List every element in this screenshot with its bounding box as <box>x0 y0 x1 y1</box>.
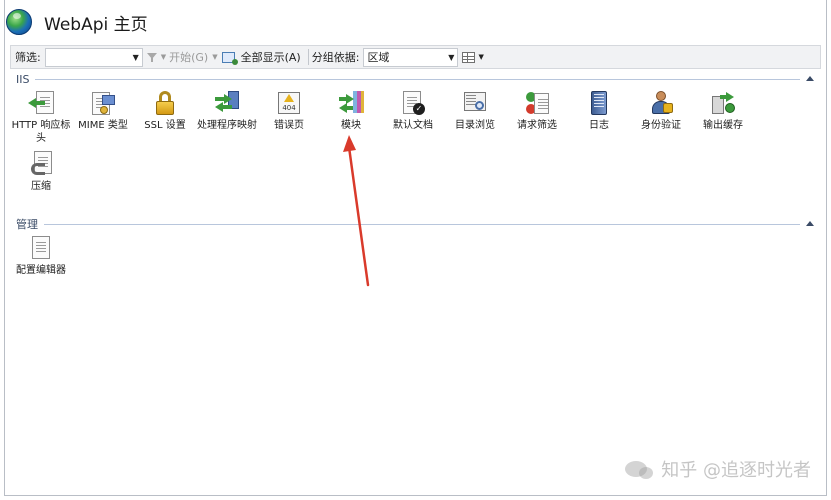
annotation-arrow <box>343 135 370 287</box>
wechat-icon <box>625 461 654 479</box>
watermark: 知乎 @追逐时光者 <box>625 456 811 482</box>
watermark-text: 知乎 @追逐时光者 <box>661 460 811 481</box>
